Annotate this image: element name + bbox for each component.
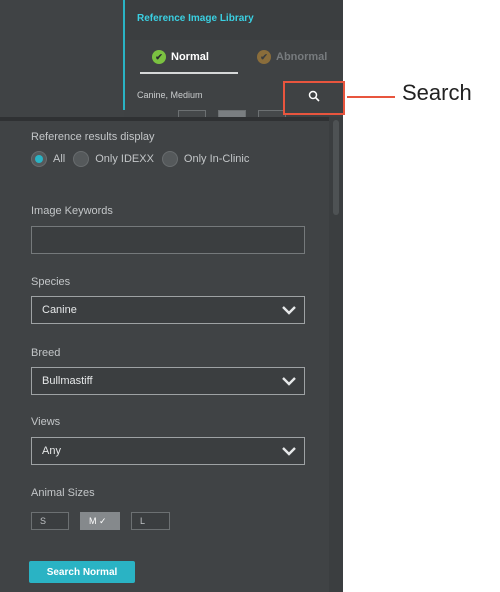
radio-only-in-clinic[interactable]: Only In-Clinic: [161, 151, 250, 167]
radio-label: Only IDEXX: [95, 153, 154, 165]
radio-only-idexx[interactable]: Only IDEXX: [73, 151, 154, 167]
species-label: Species: [31, 276, 71, 288]
size-button-large[interactable]: L: [131, 512, 170, 530]
species-summary: Canine, Medium: [137, 90, 203, 100]
views-value: Any: [42, 445, 61, 457]
search-toggle-button[interactable]: [283, 81, 345, 115]
tab-abnormal[interactable]: ✔ Abnormal: [257, 46, 327, 68]
size-button-medium[interactable]: M ✓: [80, 512, 120, 530]
chevron-down-icon: [282, 305, 296, 315]
views-label: Views: [31, 416, 61, 428]
tab-normal-label: Normal: [171, 51, 209, 63]
library-title: Reference Image Library: [137, 13, 254, 24]
callout-line: [347, 96, 395, 98]
search-icon: [308, 89, 320, 107]
scrollbar-thumb[interactable]: [333, 120, 339, 215]
radio-indicator: [31, 151, 47, 167]
radio-indicator: [161, 151, 178, 167]
search-normal-button[interactable]: Search Normal: [29, 561, 135, 583]
active-tab-indicator: [140, 72, 238, 74]
radio-label: All: [53, 153, 66, 165]
image-keywords-input[interactable]: [31, 226, 305, 254]
radio-indicator: [73, 151, 90, 167]
radio-all[interactable]: All: [31, 151, 65, 167]
check-circle-icon: ✔: [152, 50, 166, 64]
species-select[interactable]: Canine: [31, 296, 305, 324]
animal-sizes-label: Animal Sizes: [31, 487, 95, 499]
breed-label: Breed: [31, 347, 61, 359]
results-display-label: Reference results display: [31, 131, 155, 143]
chevron-down-icon: [282, 376, 296, 386]
panel-shadow: [0, 117, 343, 121]
image-keywords-label: Image Keywords: [31, 205, 113, 217]
size-button-small[interactable]: S: [31, 512, 69, 530]
views-select[interactable]: Any: [31, 437, 305, 465]
results-display-radio-group: All Only IDEXX Only In-Clinic: [31, 151, 257, 167]
breed-value: Bullmastiff: [42, 375, 93, 387]
abnormal-icon: ✔: [257, 50, 271, 64]
species-value: Canine: [42, 304, 77, 316]
radio-label: Only In-Clinic: [183, 153, 250, 165]
app-left-pane: [0, 0, 124, 120]
callout-label: Search: [402, 80, 472, 105]
breed-select[interactable]: Bullmastiff: [31, 367, 305, 395]
tab-normal[interactable]: ✔ Normal: [152, 46, 209, 68]
chevron-down-icon: [282, 446, 296, 456]
tab-abnormal-label: Abnormal: [276, 51, 328, 63]
